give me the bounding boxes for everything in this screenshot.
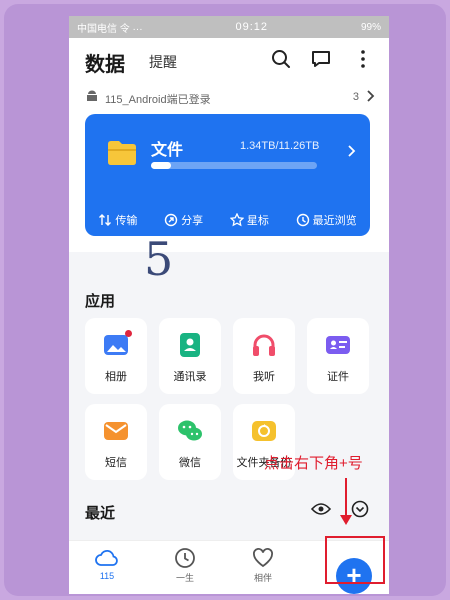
app-label: 通讯录 [173, 371, 207, 383]
step-number: 5 [144, 232, 174, 286]
recent-browse-label: 最近浏览 [312, 215, 357, 227]
status-battery: 99% [360, 21, 381, 33]
chevron-right-icon [348, 145, 356, 157]
nav-item-label: 115 [99, 571, 115, 581]
annotation-arrow-line [345, 478, 347, 518]
login-notice-text: 115_Android端已登录 [105, 94, 211, 106]
eye-icon[interactable] [311, 502, 331, 516]
nav-item-companion[interactable]: 相伴 [233, 547, 293, 584]
nav-item-life[interactable]: 一生 [155, 547, 215, 584]
status-time: 09:12 [235, 21, 269, 33]
id-card-icon [326, 336, 350, 354]
app-contacts[interactable]: 通讯录 [159, 318, 221, 394]
heart-icon [253, 548, 273, 568]
top-nav: 数据 提醒 [69, 38, 389, 80]
apps-section: 应用 相册 通讯录 我听 证件 短信 微信 文件夹备份 最近 [69, 252, 389, 542]
star-icon [229, 213, 244, 227]
chevron-down-icon[interactable] [351, 500, 369, 518]
clock-icon [296, 213, 309, 227]
star-label: 星标 [246, 215, 269, 227]
share-icon [164, 213, 178, 227]
storage-actions: 传输 分享 星标 最近浏览 [85, 212, 370, 228]
wechat-icon [178, 420, 202, 441]
more-icon[interactable] [351, 47, 375, 71]
chevron-right-icon [367, 90, 375, 102]
share-button[interactable]: 分享 [164, 212, 203, 228]
app-documents[interactable]: 证件 [307, 318, 369, 394]
notification-dot [125, 330, 132, 337]
annotation-text: 点击右下角+号 [264, 455, 363, 472]
nav-item-115[interactable]: 115 [77, 547, 137, 581]
page-title[interactable]: 数据 [85, 48, 125, 77]
clock-icon [175, 548, 195, 568]
storage-card[interactable]: 文件 1.34TB/11.26TB 传输 分享 星标 最近浏览 [85, 114, 370, 236]
recent-browse-button[interactable]: 最近浏览 [296, 212, 357, 228]
folder-icon [108, 141, 136, 165]
app-label: 我听 [253, 371, 275, 383]
storage-progress-bar [151, 162, 317, 169]
nav-item-label: 一生 [175, 573, 194, 583]
phone-screen: 中国电信 令 ··· 09:12 99% 数据 提醒 115_Android端已… [69, 16, 389, 594]
nav-item-label: 相伴 [253, 573, 272, 583]
recent-section-title: 最近 [85, 505, 116, 522]
tab-reminder[interactable]: 提醒 [149, 52, 177, 72]
annotation-highlight-box [325, 536, 385, 584]
folder-backup-icon [252, 421, 276, 441]
transfer-button[interactable]: 传输 [98, 212, 137, 228]
share-label: 分享 [181, 215, 204, 227]
app-wechat[interactable]: 微信 [159, 404, 221, 480]
app-album[interactable]: 相册 [85, 318, 147, 394]
storage-title: 文件 [151, 142, 184, 159]
login-notice-count: 3 [352, 91, 359, 103]
app-label: 微信 [179, 457, 201, 469]
message-icon[interactable] [309, 47, 333, 71]
transfer-label: 传输 [115, 215, 138, 227]
storage-progress-fill [151, 162, 171, 169]
headphones-icon [253, 334, 275, 356]
app-sms[interactable]: 短信 [85, 404, 147, 480]
app-label: 证件 [327, 371, 349, 383]
search-icon[interactable] [269, 47, 293, 71]
transfer-icon [99, 214, 112, 226]
annotation-arrow-head [340, 515, 352, 525]
storage-usage: 1.34TB/11.26TB [240, 140, 320, 152]
status-bar: 中国电信 令 ··· 09:12 99% [69, 16, 389, 38]
app-label: 相册 [105, 371, 127, 383]
status-carrier: 中国电信 令 ··· [77, 23, 143, 35]
cloud-icon [95, 549, 118, 566]
android-icon [87, 90, 97, 101]
star-button[interactable]: 星标 [229, 212, 269, 228]
app-listen[interactable]: 我听 [233, 318, 295, 394]
app-label: 短信 [105, 457, 127, 469]
login-notice[interactable]: 115_Android端已登录 3 [69, 80, 389, 114]
apps-section-title: 应用 [85, 293, 116, 310]
contacts-icon [180, 333, 200, 357]
message-icon [104, 422, 128, 440]
